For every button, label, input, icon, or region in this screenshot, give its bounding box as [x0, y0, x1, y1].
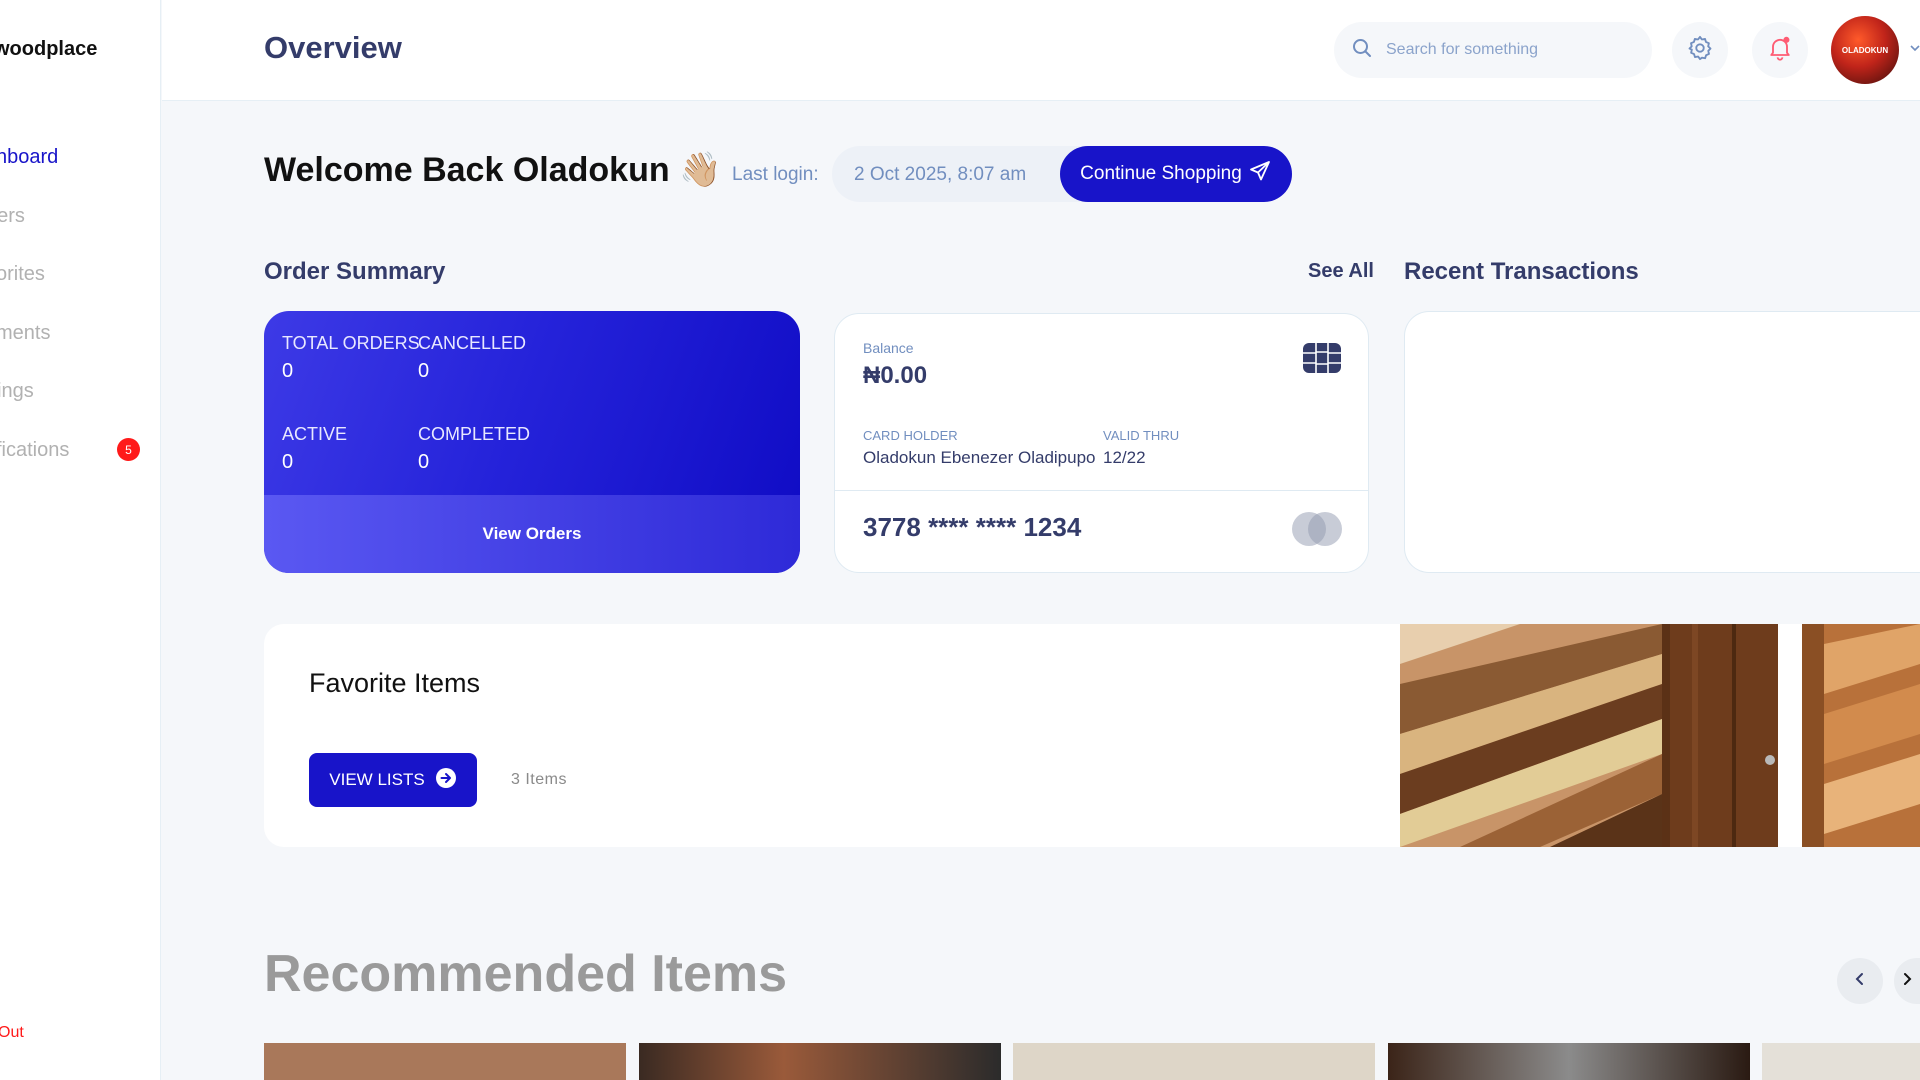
- last-login-label: Last login:: [732, 164, 819, 185]
- see-all-link[interactable]: See All: [1308, 260, 1374, 283]
- stat-completed: COMPLETED 0: [418, 424, 530, 474]
- sidebar-item-payments[interactable]: yments: [0, 322, 50, 345]
- notifications-badge: 5: [117, 438, 140, 461]
- search-input[interactable]: [1386, 41, 1626, 59]
- lumber-stack-image: [1802, 624, 1920, 847]
- valid-thru-label: VALID THRU: [1103, 428, 1180, 443]
- wooden-door-image: [1662, 624, 1790, 847]
- recent-transactions-card: [1404, 311, 1920, 573]
- card-number: 3778 **** **** 1234: [863, 512, 1082, 542]
- stat-value: 0: [418, 360, 430, 382]
- order-summary-title: Order Summary: [264, 258, 446, 285]
- carousel-prev-button[interactable]: [1837, 958, 1883, 1004]
- view-lists-label: VIEW LISTS: [329, 770, 425, 789]
- recent-transactions-title: Recent Transactions: [1404, 258, 1639, 285]
- card-divider: [835, 490, 1368, 491]
- order-summary-card: TOTAL ORDERS 0 CANCELLED 0 ACTIVE 0 COMP…: [264, 311, 800, 573]
- page-title: Overview: [264, 30, 402, 65]
- recommended-items-title: Recommended Items: [264, 945, 788, 1003]
- arrow-right-circle-icon: [435, 767, 457, 794]
- recommended-item-thumbnail[interactable]: [639, 1043, 1001, 1080]
- payment-card[interactable]: Balance ₦0.00 CARD HOLDER Oladokun Ebene…: [834, 313, 1369, 573]
- card-chip-icon: [1302, 342, 1342, 379]
- recommended-item-thumbnail[interactable]: [1762, 1043, 1920, 1080]
- sidebar-item-notifications[interactable]: tifications: [0, 439, 69, 462]
- wood-planks-image: [1400, 624, 1662, 847]
- card-holder-value: Oladokun Ebenezer Oladipupo: [863, 448, 1096, 467]
- stat-label: ACTIVE: [282, 424, 348, 444]
- avatar[interactable]: OLADOKUN: [1831, 16, 1899, 84]
- last-login-value: 2 Oct 2025, 8:07 am: [854, 164, 1027, 185]
- settings-button[interactable]: [1672, 22, 1728, 78]
- carousel-next-button[interactable]: [1894, 958, 1920, 1004]
- stat-active: ACTIVE 0: [282, 424, 347, 474]
- continue-shopping-button[interactable]: Continue Shopping: [1060, 146, 1292, 202]
- valid-thru-value: 12/22: [1103, 448, 1146, 467]
- favorite-items-count: 3 Items: [511, 771, 567, 788]
- stat-value: 0: [282, 451, 294, 473]
- sidebar-item-dashboard[interactable]: shboard: [0, 146, 58, 169]
- notifications-button[interactable]: [1752, 22, 1808, 78]
- stat-label: CANCELLED: [418, 333, 527, 353]
- logout-link[interactable]: Out: [0, 1024, 24, 1042]
- stat-total-orders: TOTAL ORDERS 0: [282, 333, 420, 383]
- stat-value: 0: [282, 360, 294, 382]
- recommended-item-thumbnail[interactable]: [1013, 1043, 1375, 1080]
- stat-label: TOTAL ORDERS: [282, 333, 420, 353]
- stat-cancelled: CANCELLED 0: [418, 333, 526, 383]
- favorite-items-card: Favorite Items VIEW LISTS 3 Items: [264, 624, 1920, 847]
- recommended-item-thumbnail[interactable]: [264, 1043, 626, 1080]
- search-icon: [1352, 38, 1372, 63]
- sidebar-item-settings[interactable]: ttings: [0, 380, 34, 403]
- stat-label: COMPLETED: [418, 424, 531, 444]
- recommended-item-thumbnail[interactable]: [1388, 1043, 1750, 1080]
- view-orders-button[interactable]: View Orders: [264, 495, 800, 573]
- sidebar-item-favorites[interactable]: vorites: [0, 263, 45, 286]
- favorite-items-title: Favorite Items: [309, 668, 481, 698]
- brand-logo[interactable]: woodplace: [0, 38, 97, 61]
- card-holder-label: CARD HOLDER: [863, 428, 958, 443]
- sidebar-item-orders[interactable]: ders: [0, 205, 25, 228]
- balance-label: Balance: [863, 340, 914, 356]
- sidebar: woodplace shboard ders vorites yments tt…: [0, 0, 161, 1080]
- welcome-heading: Welcome Back Oladokun 👋🏼: [264, 151, 722, 189]
- top-header: Overview OLADOKUN: [162, 0, 1920, 101]
- chevron-down-icon[interactable]: [1910, 40, 1920, 58]
- balance-value: ₦0.00: [863, 362, 928, 389]
- avatar-text: OLADOKUN: [1841, 45, 1889, 55]
- bell-icon: [1766, 34, 1794, 67]
- gear-icon: [1686, 34, 1714, 67]
- chevron-right-icon: [1900, 972, 1914, 991]
- stat-value: 0: [418, 451, 430, 473]
- view-lists-button[interactable]: VIEW LISTS: [309, 753, 477, 807]
- chevron-left-icon: [1853, 972, 1867, 991]
- continue-shopping-label: Continue Shopping: [1080, 163, 1242, 184]
- search-bar[interactable]: [1334, 22, 1652, 78]
- send-icon: [1248, 159, 1272, 189]
- card-brand-icon: [1292, 512, 1342, 546]
